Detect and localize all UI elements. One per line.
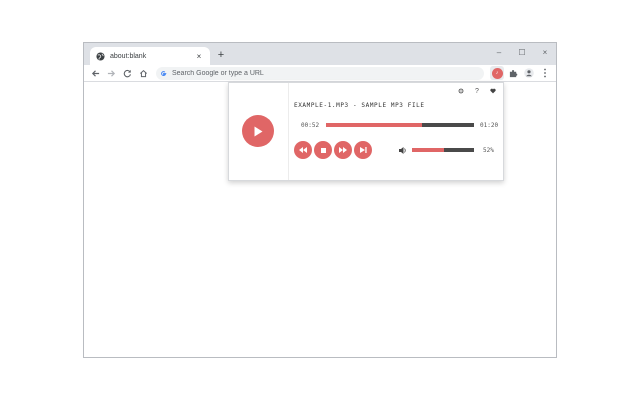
back-arrow-icon (91, 69, 99, 77)
current-time: 00:52 (301, 122, 320, 129)
skip-next-button[interactable] (354, 141, 372, 159)
total-time: 01:20 (480, 122, 499, 129)
help-icon: ? (475, 87, 479, 95)
favorite-button[interactable] (488, 86, 498, 96)
fast-forward-icon (339, 147, 347, 153)
tab-about-blank[interactable]: about:blank × (90, 47, 210, 65)
heart-icon (490, 88, 496, 94)
stop-icon (320, 147, 326, 153)
maximize-button[interactable]: ☐ (512, 46, 532, 60)
back-button[interactable] (88, 66, 102, 80)
minimize-button[interactable]: – (489, 46, 509, 60)
progress-fill (326, 123, 423, 127)
play-button[interactable] (242, 115, 274, 147)
track-filename: EXAMPLE-1.MP3 - SAMPLE MP3 FILE (294, 102, 425, 109)
tab-close-icon[interactable]: × (194, 52, 204, 61)
volume-percent: 52% (483, 147, 494, 154)
avatar-icon (524, 68, 534, 78)
google-g-icon (161, 71, 167, 77)
browser-menu-button[interactable] (538, 66, 552, 80)
home-icon (139, 69, 147, 77)
address-input[interactable] (172, 70, 452, 77)
fast-forward-button[interactable] (334, 141, 352, 159)
audio-player-extension-button[interactable]: ♪ (490, 66, 504, 80)
volume-button[interactable] (398, 145, 408, 155)
forward-arrow-icon (107, 69, 115, 77)
settings-button[interactable] (456, 86, 466, 96)
progress-bar[interactable] (326, 123, 474, 127)
settings-icon (458, 88, 464, 94)
volume-fill (412, 148, 445, 152)
popup-left-pane (229, 83, 289, 180)
tab-strip: about:blank × + – ☐ × (84, 43, 556, 65)
volume-icon (399, 146, 406, 154)
more-vert-icon (544, 68, 546, 78)
browser-toolbar: ♪ (84, 65, 556, 82)
tab-title: about:blank (110, 52, 147, 60)
play-icon (254, 126, 263, 136)
music-note-icon: ♪ (491, 67, 503, 79)
audio-player-popup: ? EXAMPLE-1.MP3 - SAMPLE MP3 FILE 00:52 … (228, 82, 504, 181)
profile-button[interactable] (522, 66, 536, 80)
globe-icon (96, 51, 105, 61)
home-button[interactable] (136, 66, 150, 80)
new-tab-button[interactable]: + (214, 48, 228, 62)
reload-icon (123, 69, 131, 77)
skip-next-icon (359, 147, 367, 153)
close-window-button[interactable]: × (535, 46, 555, 60)
rewind-button[interactable] (294, 141, 312, 159)
address-bar[interactable] (156, 67, 484, 80)
forward-button[interactable] (104, 66, 118, 80)
puzzle-icon (509, 69, 517, 77)
browser-window: about:blank × + – ☐ × ♪ (83, 42, 557, 358)
help-button[interactable]: ? (472, 86, 482, 96)
stop-button[interactable] (314, 141, 332, 159)
reload-button[interactable] (120, 66, 134, 80)
extensions-button[interactable] (506, 66, 520, 80)
volume-slider[interactable] (412, 148, 474, 152)
rewind-icon (299, 147, 307, 153)
